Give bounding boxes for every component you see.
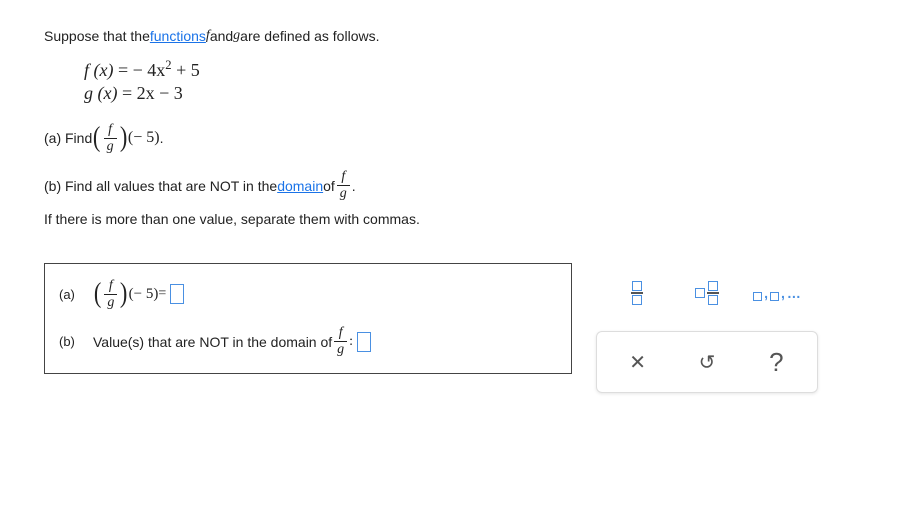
- mixed-number-template-button[interactable]: [677, 273, 737, 313]
- part-a-prompt: (a) Find ( f g ) (− 5) .: [44, 122, 876, 154]
- help-button[interactable]: ?: [746, 342, 806, 382]
- f-lhs: f (x): [84, 60, 113, 80]
- tool-row-templates: ,,…: [596, 263, 818, 323]
- answer-row-b: (b) Value(s) that are NOT in the domain …: [59, 326, 557, 357]
- tool-panel: ,,… ✕ ↺ ?: [596, 263, 818, 393]
- help-icon: ?: [769, 347, 783, 378]
- close-icon: ✕: [629, 350, 646, 375]
- part-b-line1: (b) Find all values that are NOT in the …: [44, 170, 876, 201]
- answer-box: (a) ( f g ) (− 5) = (b) Value(s) that ar…: [44, 263, 572, 374]
- fraction-fg: f g: [104, 123, 117, 154]
- equation-block: f (x) = − 4x2 + 5 g (x) = 2x − 3: [84, 58, 876, 104]
- fraction-template-button[interactable]: [607, 273, 667, 313]
- answer-input-b[interactable]: [357, 332, 371, 352]
- fraction-fg-b: f g: [337, 170, 350, 201]
- reset-icon: ↺: [699, 350, 716, 375]
- part-b-line2: If there is more than one value, separat…: [44, 211, 876, 227]
- g-lhs: g (x): [84, 83, 117, 103]
- answer-row-a: (a) ( f g ) (− 5) =: [59, 278, 557, 310]
- g-var: g: [233, 28, 240, 44]
- answer-input-a[interactable]: [170, 284, 184, 304]
- domain-link[interactable]: domain: [277, 178, 323, 194]
- clear-button[interactable]: ✕: [608, 342, 668, 382]
- intro-pre: Suppose that the: [44, 28, 150, 44]
- reset-button[interactable]: ↺: [677, 342, 737, 382]
- intro-line: Suppose that the functions f and g are d…: [44, 28, 876, 44]
- tool-row-actions: ✕ ↺ ?: [596, 331, 818, 393]
- functions-link[interactable]: functions: [150, 28, 206, 44]
- list-template-button[interactable]: ,,…: [747, 273, 807, 313]
